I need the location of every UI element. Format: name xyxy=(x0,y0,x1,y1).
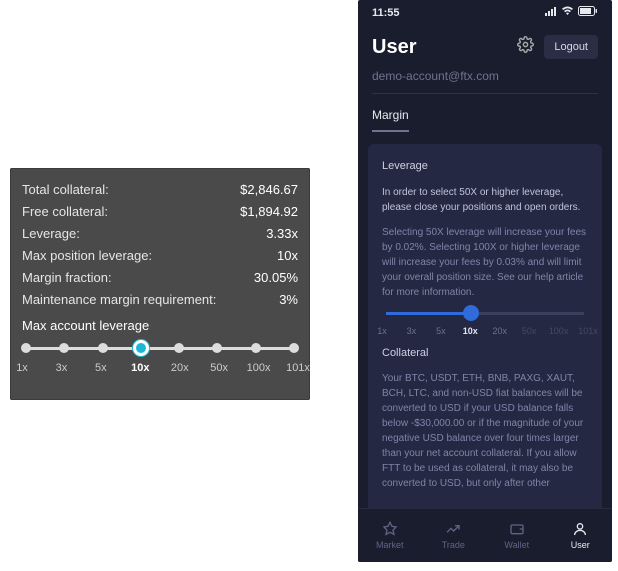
stat-value: 10x xyxy=(277,248,298,263)
wifi-icon xyxy=(561,6,574,19)
phone-slider-label: 100x xyxy=(549,325,569,339)
tab-margin[interactable]: Margin xyxy=(372,108,409,132)
slider-label: 3x xyxy=(56,362,68,374)
clock: 11:55 xyxy=(372,7,400,19)
stat-row: Free collateral: $1,894.92 xyxy=(22,200,298,222)
stat-row: Leverage: 3.33x xyxy=(22,222,298,244)
stat-row: Total collateral: $2,846.67 xyxy=(22,178,298,200)
slider-tick[interactable] xyxy=(289,343,299,353)
stat-row: Maintenance margin requirement: 3% xyxy=(22,288,298,310)
leverage-warning: In order to select 50X or higher leverag… xyxy=(382,185,588,215)
signal-icon xyxy=(545,7,557,19)
slider-label: 101x xyxy=(286,362,310,374)
section-tabs: Margin xyxy=(358,94,612,132)
slider-label: 10x xyxy=(131,362,149,374)
stat-row: Margin fraction: 30.05% xyxy=(22,266,298,288)
tabbar-market[interactable]: Market xyxy=(358,509,422,562)
slider-tick[interactable] xyxy=(59,343,69,353)
collateral-text: Your BTC, USDT, ETH, BNB, PAXG, XAUT, BC… xyxy=(382,371,588,491)
phone-slider-label: 10x xyxy=(463,325,478,339)
battery-icon xyxy=(578,6,598,19)
slider-label: 50x xyxy=(210,362,228,374)
tabbar-trade-label: Trade xyxy=(442,540,465,550)
stat-value: 3% xyxy=(279,292,298,307)
phone-slider-thumb[interactable] xyxy=(463,305,479,321)
collateral-title: Collateral xyxy=(382,345,588,362)
leverage-info: Selecting 50X leverage will increase you… xyxy=(382,225,588,300)
phone-slider-label: 101x xyxy=(578,325,598,339)
slider-tick[interactable] xyxy=(174,343,184,353)
leverage-slider[interactable]: 1x3x5x10x20x50x100x101x xyxy=(22,347,298,378)
stat-label: Leverage: xyxy=(22,226,80,241)
stat-value: $1,894.92 xyxy=(240,204,298,219)
stat-label: Maintenance margin requirement: xyxy=(22,292,216,307)
tabbar-trade[interactable]: Trade xyxy=(422,509,486,562)
phone-screen: 11:55 User Logout demo-account@ftx xyxy=(358,0,612,562)
stat-row: Max position leverage: 10x xyxy=(22,244,298,266)
stat-value: $2,846.67 xyxy=(240,182,298,197)
phone-slider-label: 50x xyxy=(522,325,537,339)
stat-label: Max position leverage: xyxy=(22,248,152,263)
slider-thumb[interactable] xyxy=(133,340,149,356)
stat-label: Total collateral: xyxy=(22,182,109,197)
account-email: demo-account@ftx.com xyxy=(358,65,612,93)
slider-label: 5x xyxy=(95,362,107,374)
leverage-title: Leverage xyxy=(382,158,588,175)
bottom-tabbar: Market Trade Wallet User xyxy=(358,508,612,562)
tabbar-user-label: User xyxy=(571,540,590,550)
phone-slider-label: 5x xyxy=(436,325,446,339)
stat-label: Margin fraction: xyxy=(22,270,112,285)
status-bar: 11:55 xyxy=(358,0,612,19)
slider-title: Max account leverage xyxy=(22,318,298,333)
tabbar-user[interactable]: User xyxy=(549,509,613,562)
slider-tick[interactable] xyxy=(251,343,261,353)
slider-label: 20x xyxy=(171,362,189,374)
phone-slider-label: 3x xyxy=(407,325,417,339)
logout-button[interactable]: Logout xyxy=(544,35,598,59)
stat-label: Free collateral: xyxy=(22,204,108,219)
phone-slider-label: 1x xyxy=(377,325,387,339)
phone-slider-label: 20x xyxy=(492,325,507,339)
tabbar-wallet-label: Wallet xyxy=(504,540,529,550)
gear-icon[interactable] xyxy=(517,36,534,58)
stat-value: 3.33x xyxy=(266,226,298,241)
slider-label: 1x xyxy=(16,362,28,374)
slider-tick[interactable] xyxy=(212,343,222,353)
margin-stats-panel: Total collateral: $2,846.67 Free collatera… xyxy=(10,168,310,400)
tabbar-market-label: Market xyxy=(376,540,404,550)
page-title: User xyxy=(372,36,416,59)
slider-tick[interactable] xyxy=(98,343,108,353)
slider-tick[interactable] xyxy=(21,343,31,353)
slider-label: 100x xyxy=(247,362,271,374)
leverage-card: Leverage In order to select 50X or highe… xyxy=(368,144,602,515)
phone-leverage-slider[interactable]: 1x3x5x10x20x50x100x101x xyxy=(382,312,588,339)
stat-value: 30.05% xyxy=(254,270,298,285)
tabbar-wallet[interactable]: Wallet xyxy=(485,509,549,562)
